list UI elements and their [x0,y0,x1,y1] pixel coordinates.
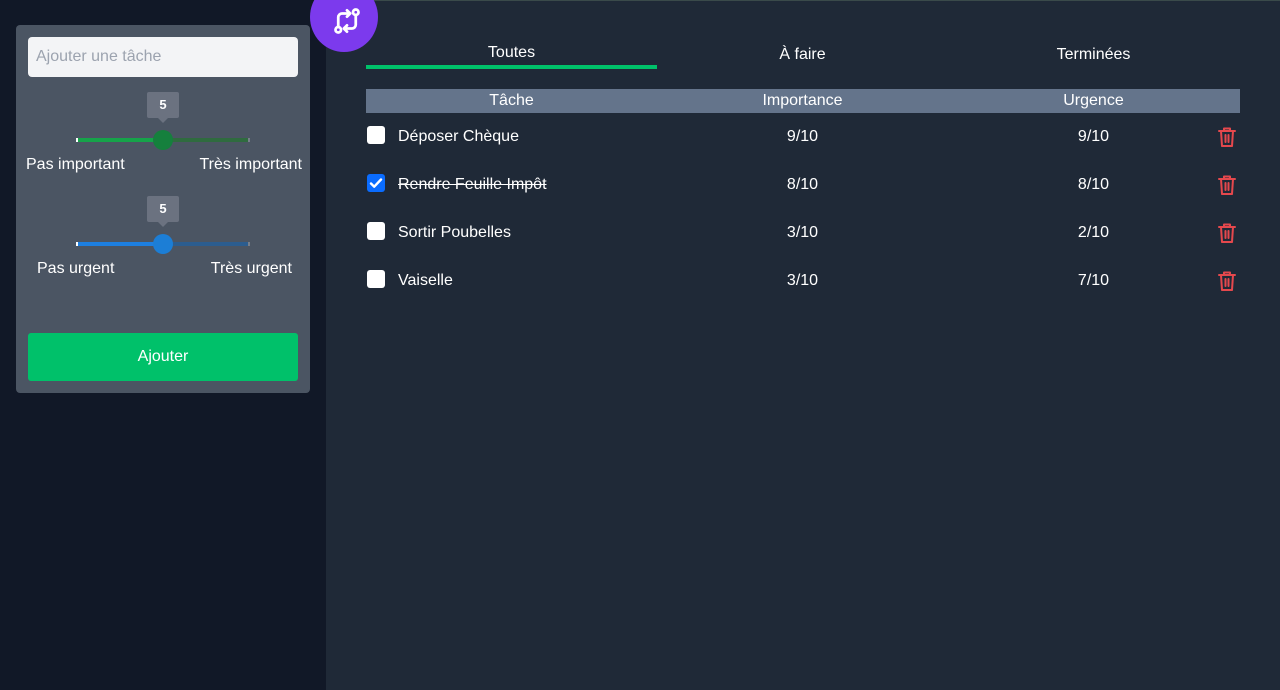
task-checkbox[interactable] [367,174,385,192]
urgency-rest [163,242,248,246]
importance-value-bubble: 5 [147,92,179,123]
task-input[interactable] [28,37,298,77]
urgency-fill [78,242,163,246]
importance-min-label: Pas important [26,156,125,173]
task-importance: 9/10 [786,128,819,145]
importance-fill [78,138,163,142]
trash-icon [1218,127,1236,147]
tab-done[interactable]: Terminées [948,46,1239,76]
active-tab-indicator [366,65,657,69]
task-urgency: 8/10 [1077,176,1110,193]
task-checkbox[interactable] [367,222,385,240]
task-name: Vaiselle [398,272,453,289]
add-button[interactable]: Ajouter [28,333,298,381]
importance-slider[interactable]: 5 Pas important Très important [16,92,310,182]
importance-max-label: Très important [199,156,302,173]
header-task: Tâche [489,92,534,109]
sidebar: 5 Pas important Très important 5 Pas urg… [0,0,326,690]
task-name: Déposer Chèque [398,128,519,145]
tab-todo[interactable]: À faire [657,46,948,76]
delete-button[interactable] [1217,270,1237,297]
task-urgency: 7/10 [1077,272,1110,289]
urgency-slider[interactable]: 5 Pas urgent Très urgent [16,196,310,286]
task-urgency: 9/10 [1077,128,1110,145]
task-name: Rendre Feuille Impôt [398,176,547,193]
git-compare-icon [334,8,360,34]
importance-thumb[interactable] [153,130,173,150]
task-checkbox[interactable] [367,126,385,144]
delete-button[interactable] [1217,222,1237,249]
trash-icon [1218,271,1236,291]
urgency-thumb[interactable] [153,234,173,254]
task-urgency: 2/10 [1077,224,1110,241]
table-row: Déposer Chèque 9/10 9/10 [366,113,1240,161]
delete-button[interactable] [1217,174,1237,201]
table-body: Déposer Chèque 9/10 9/10 Rendre Feuille Imp… [366,113,1240,305]
task-importance: 3/10 [786,272,819,289]
tab-all[interactable]: Toutes [366,44,657,74]
delete-button[interactable] [1217,126,1237,153]
trash-icon [1218,223,1236,243]
task-importance: 8/10 [786,176,819,193]
header-urgency: Urgence [1063,92,1124,109]
urgency-value-bubble: 5 [147,196,179,227]
table-row: Rendre Feuille Impôt 8/10 8/10 [366,161,1240,209]
header-importance: Importance [762,92,843,109]
importance-rest [163,138,248,142]
trash-icon [1218,175,1236,195]
task-name: Sortir Poubelles [398,224,511,241]
table-header: Tâche Importance Urgence [366,89,1240,113]
urgency-min-label: Pas urgent [37,260,115,277]
urgency-max-label: Très urgent [210,260,292,277]
task-checkbox[interactable] [367,270,385,288]
task-importance: 3/10 [786,224,819,241]
table-row: Sortir Poubelles 3/10 2/10 [366,209,1240,257]
table-row: Vaiselle 3/10 7/10 [366,257,1240,305]
task-table: Tâche Importance Urgence Déposer Chèque 9… [366,89,1240,305]
filter-tabs: Toutes À faire Terminées [366,40,1240,70]
add-task-panel: 5 Pas important Très important 5 Pas urg… [16,25,310,393]
check-icon [369,178,383,188]
